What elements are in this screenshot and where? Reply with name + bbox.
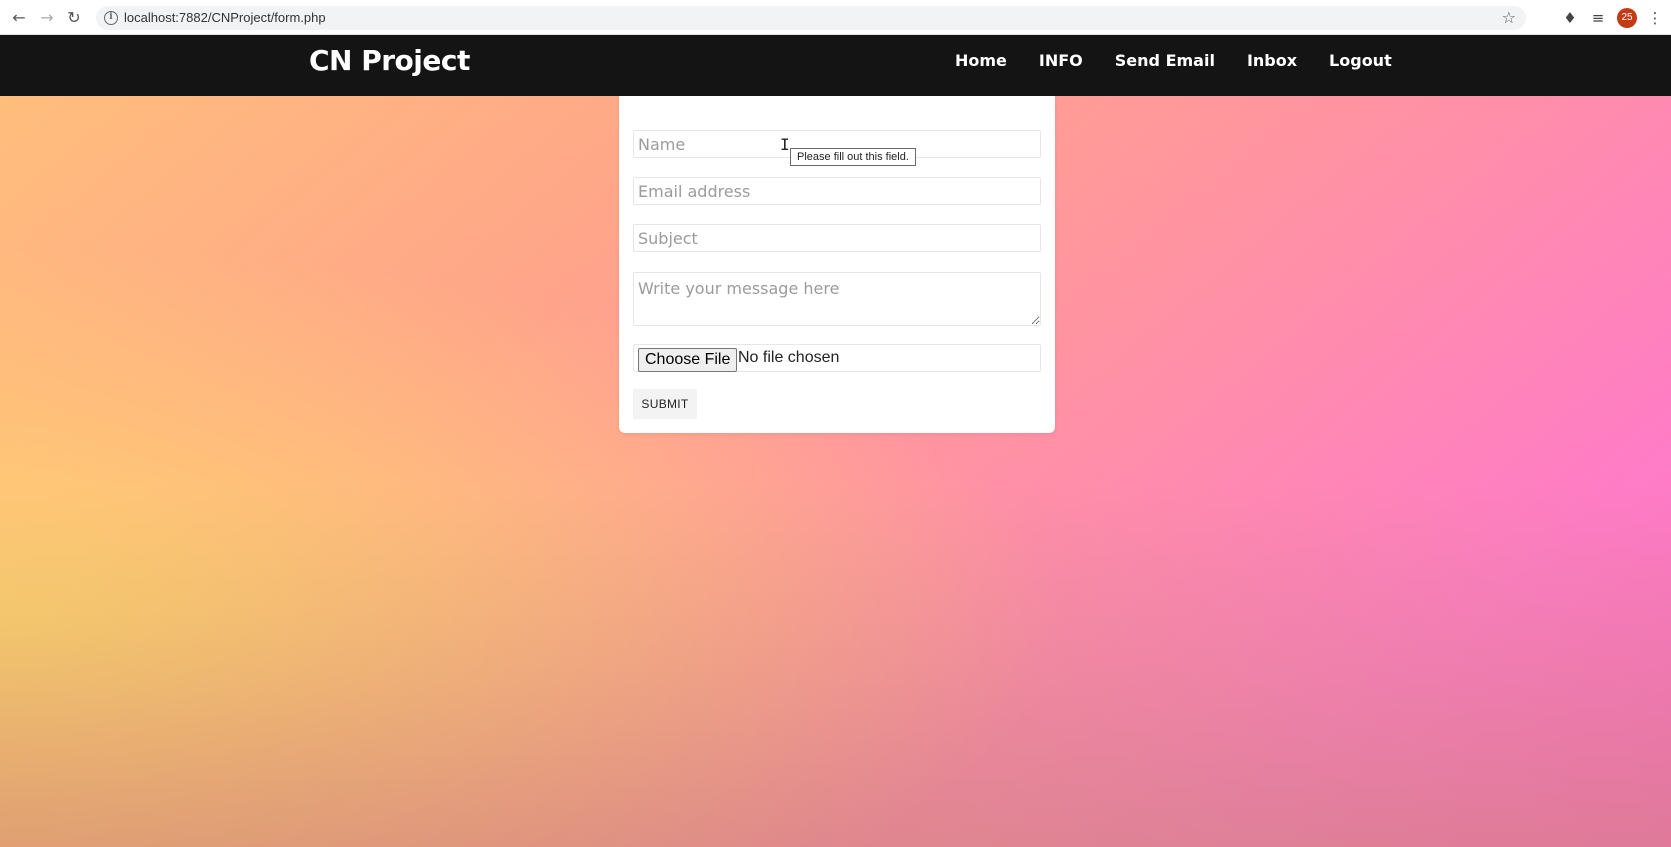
profile-avatar[interactable]: 25 xyxy=(1617,8,1637,28)
submit-button[interactable]: SUBMIT xyxy=(633,389,697,419)
choose-file-button[interactable]: Choose File xyxy=(638,348,738,372)
text-cursor-icon: I xyxy=(780,135,790,154)
email-input[interactable] xyxy=(633,177,1041,205)
browser-toolbar: ← → ↻ i localhost:7882/CNProject/form.ph… xyxy=(0,0,1671,35)
forward-arrow-icon[interactable]: → xyxy=(36,7,58,29)
info-icon[interactable]: i xyxy=(104,11,118,25)
playlist-icon[interactable]: ≡ xyxy=(1588,8,1608,28)
nav-link-home[interactable]: Home xyxy=(955,51,1007,70)
file-status-text: No file chosen xyxy=(738,349,840,366)
file-upload-field[interactable]: Choose File No file chosen xyxy=(633,344,1041,372)
back-arrow-icon[interactable]: ← xyxy=(8,7,30,29)
subject-input[interactable] xyxy=(633,224,1041,252)
message-textarea[interactable] xyxy=(633,272,1041,326)
validation-tooltip: Please fill out this field. xyxy=(790,148,916,166)
address-bar[interactable]: i localhost:7882/CNProject/form.php ☆ xyxy=(96,6,1526,30)
nav-link-info[interactable]: INFO xyxy=(1039,51,1083,70)
kebab-menu-icon[interactable]: ⋮ xyxy=(1645,8,1665,28)
reload-icon[interactable]: ↻ xyxy=(63,7,85,29)
nav-links: Home INFO Send Email Inbox Logout xyxy=(955,51,1424,70)
nav-link-send-email[interactable]: Send Email xyxy=(1115,51,1215,70)
nav-link-inbox[interactable]: Inbox xyxy=(1247,51,1297,70)
email-form-card: Choose File No file chosen SUBMIT xyxy=(619,96,1055,433)
site-brand[interactable]: CN Project xyxy=(309,44,470,77)
star-icon[interactable]: ☆ xyxy=(1502,8,1516,27)
background-shade xyxy=(0,481,1671,847)
site-navbar: CN Project Home INFO Send Email Inbox Lo… xyxy=(0,35,1671,96)
url-text[interactable]: localhost:7882/CNProject/form.php xyxy=(124,10,326,25)
puzzle-icon[interactable]: ♦ xyxy=(1560,8,1580,28)
nav-link-logout[interactable]: Logout xyxy=(1329,51,1392,70)
